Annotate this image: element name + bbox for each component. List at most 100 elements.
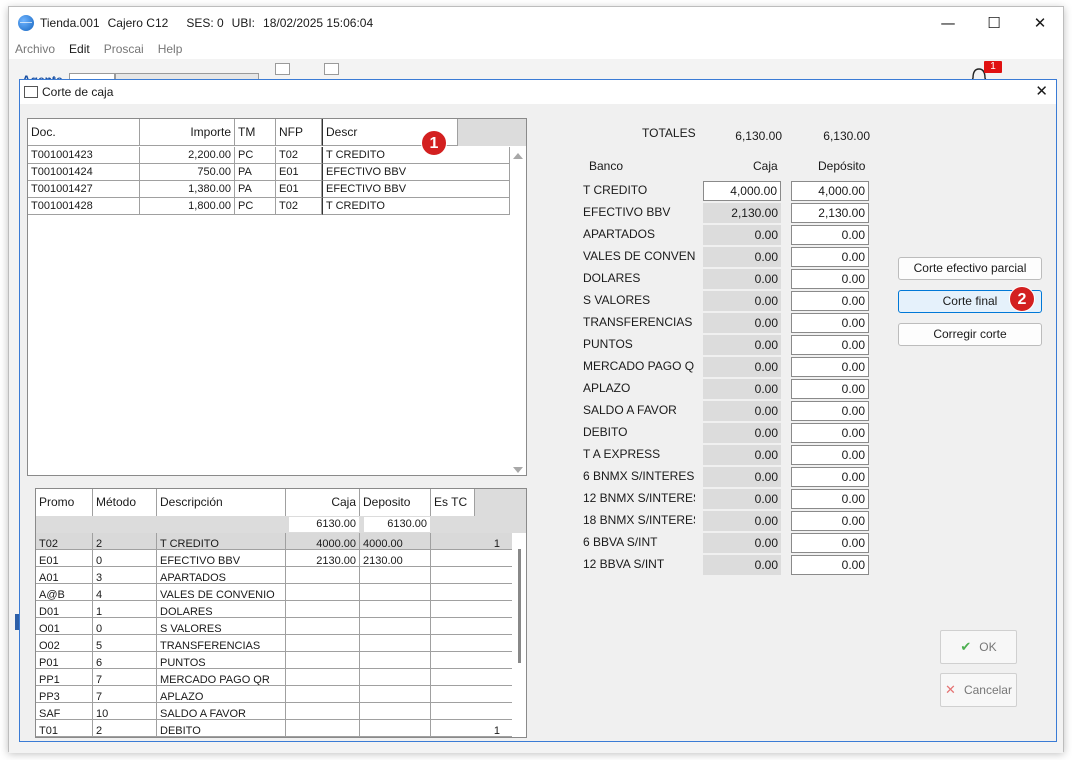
table-row[interactable]: A@B 4 VALES DE CONVENIO: [36, 584, 512, 601]
table-row[interactable]: T01 2 DEBITO 1: [36, 720, 512, 737]
bank-caja-field: 0.00: [703, 467, 781, 487]
table-row[interactable]: PP3 7 APLAZO: [36, 686, 512, 703]
table-cell: 7: [93, 669, 157, 686]
bank-deposito-field[interactable]: 0.00: [791, 423, 869, 443]
table-cell: [431, 584, 512, 601]
table-cell: PA: [235, 181, 276, 198]
checkbox-b: [324, 63, 339, 75]
table-cell: [360, 635, 431, 652]
bank-deposito-field[interactable]: 0.00: [791, 445, 869, 465]
bank-deposito-field[interactable]: 0.00: [791, 313, 869, 333]
bank-name: PUNTOS: [583, 337, 633, 351]
ok-button[interactable]: ✔ OK: [940, 630, 1017, 664]
table-cell: O01: [36, 618, 93, 635]
table-row[interactable]: D01 1 DOLARES: [36, 601, 512, 618]
bank-name: 6 BBVA S/INT: [583, 535, 658, 549]
menu-proscai[interactable]: Proscai: [104, 42, 144, 56]
maximize-button[interactable]: ☐: [971, 7, 1017, 39]
grid2-totals-row: 6130.00 6130.00: [36, 516, 526, 533]
table-row[interactable]: A01 3 APARTADOS: [36, 567, 512, 584]
col-caja-label: Caja: [753, 159, 778, 173]
table-cell: [360, 686, 431, 703]
col-tm[interactable]: TM: [235, 119, 276, 146]
bank-deposito-field[interactable]: 0.00: [791, 401, 869, 421]
grid1-scrollbar[interactable]: [510, 147, 526, 475]
table-row[interactable]: E01 0 EFECTIVO BBV 2130.00 2130.00: [36, 550, 512, 567]
bank-deposito-field[interactable]: 0.00: [791, 533, 869, 553]
col-descripcion[interactable]: Descripción: [157, 489, 286, 516]
col-metodo[interactable]: Método: [93, 489, 157, 516]
bank-caja-field: 0.00: [703, 335, 781, 355]
table-cell: [360, 652, 431, 669]
col-doc[interactable]: Doc.: [28, 119, 140, 146]
bank-caja-field: 0.00: [703, 489, 781, 509]
scroll-up-arrow-icon[interactable]: [513, 153, 523, 159]
table-cell: 1: [431, 533, 512, 550]
bank-deposito-field[interactable]: 0.00: [791, 269, 869, 289]
documents-grid[interactable]: Doc. Importe TM NFP Descr T001001423 2,20…: [27, 118, 527, 476]
bank-deposito-field[interactable]: 0.00: [791, 555, 869, 575]
minimize-button[interactable]: —: [925, 7, 971, 39]
title-bar: Tienda.001 Cajero C12 SES: 0 UBI: 18/02/…: [9, 7, 1063, 39]
bank-deposito-field[interactable]: 0.00: [791, 291, 869, 311]
bank-name: DOLARES: [583, 271, 641, 285]
col-promo[interactable]: Promo: [36, 489, 93, 516]
table-cell: PC: [235, 147, 276, 164]
bank-caja-field[interactable]: 4,000.00: [703, 181, 781, 201]
table-row[interactable]: PP1 7 MERCADO PAGO QR: [36, 669, 512, 686]
corregir-corte-button[interactable]: Corregir corte: [898, 323, 1042, 346]
col-caja[interactable]: Caja: [286, 489, 360, 516]
bank-deposito-field[interactable]: 0.00: [791, 247, 869, 267]
bank-deposito-field[interactable]: 4,000.00: [791, 181, 869, 201]
table-cell: PC: [235, 198, 276, 215]
table-cell: D01: [36, 601, 93, 618]
bank-deposito-field[interactable]: 0.00: [791, 489, 869, 509]
table-cell: A@B: [36, 584, 93, 601]
table-row[interactable]: P01 6 PUNTOS: [36, 652, 512, 669]
table-row[interactable]: T001001424 750.00 PA E01 EFECTIVO BBV: [28, 164, 510, 181]
table-row[interactable]: T001001428 1,800.00 PC T02 T CREDITO: [28, 198, 510, 215]
dialog-close-button[interactable]: ✕: [1035, 82, 1048, 100]
table-row[interactable]: SAF 10 SALDO A FAVOR: [36, 703, 512, 720]
table-cell: T01: [36, 720, 93, 737]
table-cell: 2,200.00: [140, 147, 235, 164]
bank-deposito-field[interactable]: 0.00: [791, 335, 869, 355]
bank-deposito-field[interactable]: 2,130.00: [791, 203, 869, 223]
total-caja: 6130.00: [289, 517, 359, 532]
table-cell: T001001423: [28, 147, 140, 164]
table-row[interactable]: O01 0 S VALORES: [36, 618, 512, 635]
bank-deposito-field[interactable]: 0.00: [791, 357, 869, 377]
table-cell: [431, 567, 512, 584]
menu-edit[interactable]: Edit: [69, 42, 90, 56]
table-cell: [431, 601, 512, 618]
bank-name: SALDO A FAVOR: [583, 403, 677, 417]
table-cell: DEBITO: [157, 720, 286, 737]
bank-deposito-field[interactable]: 0.00: [791, 379, 869, 399]
col-es-tc[interactable]: Es TC: [431, 489, 475, 516]
bank-deposito-field[interactable]: 0.00: [791, 225, 869, 245]
menu-help[interactable]: Help: [158, 42, 183, 56]
payment-methods-grid[interactable]: Promo Método Descripción Caja Deposito E…: [35, 488, 527, 738]
table-row[interactable]: O02 5 TRANSFERENCIAS: [36, 635, 512, 652]
bank-row: 12 BBVA S/INT 0.00 0.00: [583, 554, 873, 576]
table-row[interactable]: T001001427 1,380.00 PA E01 EFECTIVO BBV: [28, 181, 510, 198]
table-cell: [286, 686, 360, 703]
bank-name: DEBITO: [583, 425, 628, 439]
bank-deposito-field[interactable]: 0.00: [791, 511, 869, 531]
grid2-scrollbar[interactable]: [518, 549, 521, 663]
col-nfp[interactable]: NFP: [276, 119, 322, 146]
scroll-down-arrow-icon[interactable]: [513, 467, 523, 473]
table-cell: O02: [36, 635, 93, 652]
bank-deposito-field[interactable]: 0.00: [791, 467, 869, 487]
table-cell: 4000.00: [286, 533, 360, 550]
table-row[interactable]: T02 2 T CREDITO 4000.00 4000.00 1: [36, 533, 512, 550]
corte-efectivo-parcial-button[interactable]: Corte efectivo parcial: [898, 257, 1042, 280]
table-cell: [286, 618, 360, 635]
menu-archivo[interactable]: Archivo: [15, 42, 55, 56]
table-cell: [431, 703, 512, 720]
close-button[interactable]: ✕: [1017, 7, 1063, 39]
cancel-button[interactable]: ✕ Cancelar: [940, 673, 1017, 707]
col-deposito[interactable]: Deposito: [360, 489, 431, 516]
bank-caja-field: 2,130.00: [703, 203, 781, 223]
col-importe[interactable]: Importe: [140, 119, 235, 146]
